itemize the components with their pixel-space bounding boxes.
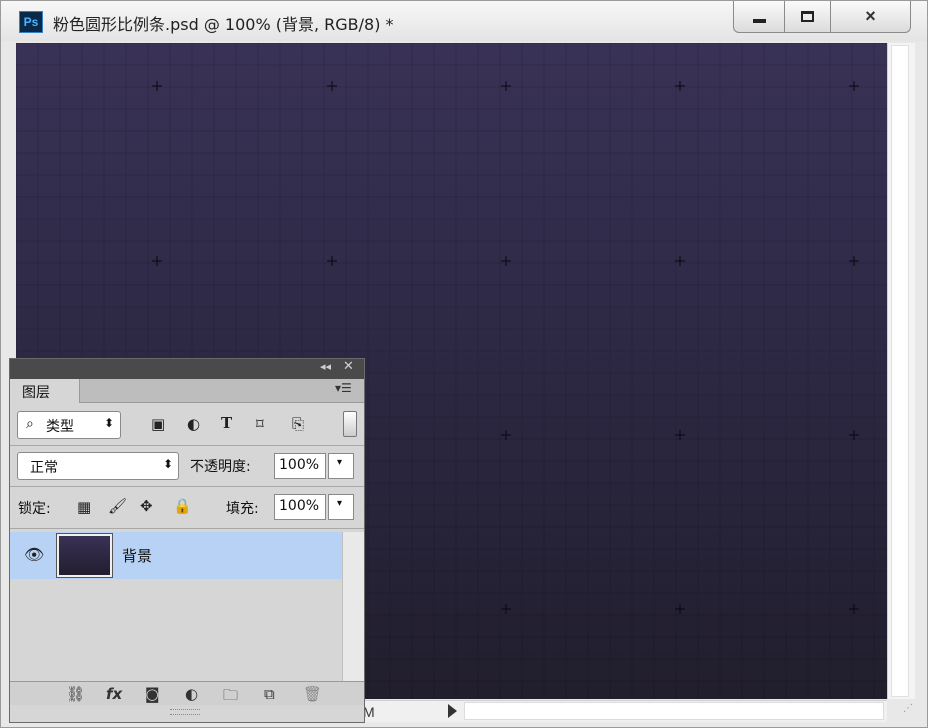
collapse-icon[interactable]: ◂◂ — [320, 360, 331, 373]
layers-panel: ◂◂ ✕ 图层 ▾☰ ⌕ 类型 ⬍ ▣ ◐ T ⌑ ⎘ 正常 ⬍ 不透明度: 1… — [9, 358, 365, 723]
resize-grip-icon[interactable]: ⋰ — [889, 703, 913, 725]
adjustment-filter-icon[interactable]: ◐ — [187, 415, 200, 433]
link-icon[interactable]: ⛓ — [66, 685, 85, 703]
visibility-eye-icon[interactable]: 👁 — [24, 545, 44, 564]
divider — [10, 486, 364, 487]
layer-row-background[interactable]: 👁 背景 — [10, 532, 342, 579]
fill-value: 100% — [279, 498, 320, 514]
mask-icon[interactable]: ◙ — [145, 685, 160, 703]
filter-toggle-switch[interactable] — [343, 411, 357, 437]
window-controls: × — [733, 1, 911, 33]
lock-all-icon[interactable]: 🔒 — [173, 497, 192, 515]
grid-crosshair-marker — [501, 81, 511, 91]
status-menu-arrow-icon[interactable] — [448, 704, 457, 718]
trash-icon[interactable]: 🗑 — [303, 685, 322, 703]
panel-tab-row: 图层 ▾☰ — [10, 379, 364, 403]
panel-header[interactable]: ◂◂ ✕ — [10, 359, 364, 379]
minimize-icon — [752, 18, 766, 23]
grid-crosshair-marker — [501, 256, 511, 266]
lock-image-brush-icon[interactable]: 🖌 — [108, 497, 127, 515]
blend-mode-select[interactable]: 正常 ⬍ — [17, 452, 179, 480]
panel-close-icon[interactable]: ✕ — [343, 359, 354, 374]
opacity-input[interactable]: 100% — [274, 453, 326, 479]
divider — [10, 445, 364, 446]
maximize-icon — [801, 11, 814, 22]
vertical-scroll-thumb[interactable] — [891, 45, 909, 697]
layer-name: 背景 — [122, 547, 153, 565]
chevron-down-icon: ▾ — [337, 457, 343, 468]
grid-crosshair-marker — [327, 256, 337, 266]
tab-layers[interactable]: 图层 — [10, 379, 80, 403]
grid-crosshair-marker — [849, 81, 859, 91]
adjustment-icon[interactable]: ◐ — [185, 685, 198, 703]
opacity-value: 100% — [279, 457, 320, 473]
type-filter-icon[interactable]: T — [221, 414, 232, 432]
select-arrows-icon: ⬍ — [104, 416, 115, 430]
document-title: 粉色圆形比例条.psd @ 100% (背景, RGB/8) * — [53, 15, 394, 34]
grid-crosshair-marker — [849, 256, 859, 266]
minimize-button[interactable] — [733, 1, 785, 33]
lock-position-icon[interactable]: ✥ — [140, 497, 153, 515]
lock-label: 锁定: — [18, 501, 51, 517]
shape-filter-icon[interactable]: ⌑ — [256, 415, 264, 433]
layers-scrollbar[interactable] — [342, 532, 364, 682]
title-bar[interactable]: Ps 粉色圆形比例条.psd @ 100% (背景, RGB/8) * × — [1, 1, 927, 41]
fill-input[interactable]: 100% — [274, 494, 326, 520]
smart-object-filter-icon[interactable]: ⎘ — [292, 415, 304, 433]
opacity-label: 不透明度: — [190, 459, 251, 475]
maximize-button[interactable] — [785, 1, 831, 33]
image-filter-icon[interactable]: ▣ — [151, 415, 165, 433]
fx-icon[interactable]: fx — [106, 685, 122, 703]
lock-transparent-icon[interactable]: ▦ — [77, 498, 91, 516]
opacity-dropdown-button[interactable]: ▾ — [328, 453, 354, 479]
fill-dropdown-button[interactable]: ▾ — [328, 494, 354, 520]
grid-crosshair-marker — [152, 81, 162, 91]
divider — [10, 528, 364, 529]
filter-kind-label: 类型 — [46, 419, 74, 435]
grid-crosshair-marker — [327, 81, 337, 91]
new-layer-icon[interactable]: ⧉ — [264, 685, 275, 703]
select-arrows-icon: ⬍ — [163, 457, 174, 471]
fill-label: 填充: — [226, 501, 259, 517]
panel-bottom-bar[interactable] — [10, 705, 364, 722]
chevron-down-icon: ▾ — [337, 498, 343, 509]
blend-mode-value: 正常 — [30, 460, 58, 476]
resize-grip-icon[interactable] — [170, 709, 200, 715]
photoshop-logo-icon: Ps — [19, 11, 43, 33]
layer-thumbnail — [56, 533, 113, 578]
horizontal-scrollbar[interactable] — [464, 702, 884, 720]
close-icon: × — [865, 6, 876, 26]
grid-crosshair-marker — [849, 604, 859, 614]
search-icon: ⌕ — [26, 416, 34, 432]
panel-footer: ⛓ fx ◙ ◐ 🗀 ⧉ 🗑 — [10, 681, 364, 705]
grid-crosshair-marker — [501, 604, 511, 614]
grid-crosshair-marker — [152, 256, 162, 266]
filter-kind-select[interactable]: ⌕ 类型 ⬍ — [17, 411, 121, 439]
close-button[interactable]: × — [831, 1, 911, 33]
panel-menu-icon[interactable]: ▾☰ — [335, 381, 352, 395]
document-window: Ps 粉色圆形比例条.psd @ 100% (背景, RGB/8) * × M … — [0, 0, 928, 728]
